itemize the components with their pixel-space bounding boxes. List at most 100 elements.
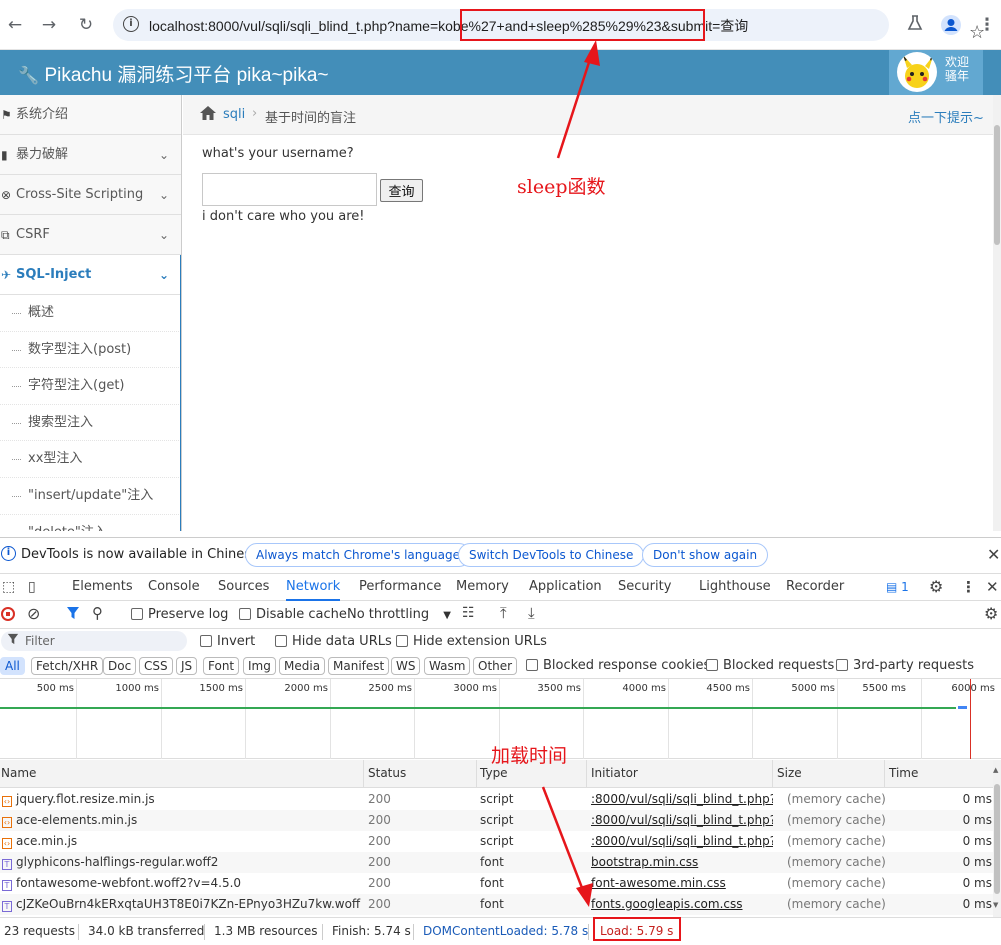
query-button[interactable]: 查询 <box>380 179 423 202</box>
hint-link[interactable]: 点一下提示~ <box>908 107 984 126</box>
tab-elements[interactable]: Elements <box>72 574 133 601</box>
sidebar-subitem[interactable]: "delete"注入 <box>0 514 181 531</box>
column-status[interactable]: Status <box>367 760 477 788</box>
tab-network[interactable]: Network <box>286 574 341 601</box>
table-row[interactable]: ‹› ace-elements.min.js 200 script:8000/vul/… <box>0 810 993 831</box>
tab-lighthouse[interactable]: Lighthouse <box>699 574 771 601</box>
disable-cache-checkbox[interactable]: Disable cache <box>239 607 347 622</box>
labs-flask-icon[interactable] <box>904 14 926 36</box>
back-icon[interactable]: ← <box>4 14 26 36</box>
download-har-icon[interactable]: ⤓ <box>528 604 535 622</box>
record-stop-icon[interactable] <box>1 607 15 621</box>
scrollbar-thumb[interactable] <box>994 125 1000 245</box>
sidebar-subitem[interactable]: 概述 <box>0 295 181 332</box>
sidebar-subitem[interactable]: "insert/update"注入 <box>0 477 181 515</box>
tab-performance[interactable]: Performance <box>359 574 441 601</box>
request-initiator[interactable]: fonts.googleapis.com.css <box>591 894 773 915</box>
blocked-cookies-checkbox[interactable]: Blocked response cookies <box>526 658 710 673</box>
user-menu[interactable]: 欢迎 骚年 <box>889 50 983 95</box>
request-initiator[interactable]: :8000/vul/sqli/sqli_blind_t.php?n <box>591 810 773 831</box>
type-fetch-xhr[interactable]: Fetch/XHR <box>31 657 104 675</box>
column-size[interactable]: Size <box>776 760 885 788</box>
tab-sources[interactable]: Sources <box>218 574 269 601</box>
table-row[interactable]: Tglyphicons-halflings-regular.woff2 200 fo… <box>0 852 993 873</box>
type-font[interactable]: Font <box>203 657 240 675</box>
request-initiator[interactable]: :8000/vul/sqli/sqli_blind_t.php?n <box>591 831 773 852</box>
blocked-requests-checkbox[interactable]: Blocked requests <box>706 658 834 673</box>
filter-input[interactable]: Filter <box>1 631 187 651</box>
scrollbar-thumb[interactable] <box>994 784 1000 894</box>
site-title[interactable]: 🔧 Pikachu 漏洞练习平台 pika~pika~ <box>18 60 329 87</box>
breadcrumb-link[interactable]: sqli <box>223 107 245 122</box>
reload-icon[interactable]: ↻ <box>75 14 97 36</box>
table-row[interactable]: TcJZKeOuBrn4kERxqtaUH3T8E0i7KZn-EPnyo3HZ… <box>0 894 993 915</box>
invert-checkbox[interactable]: Invert <box>200 634 255 649</box>
sidebar-item-bruteforce[interactable]: ▮ 暴力破解 ⌄ <box>0 135 181 175</box>
type-all[interactable]: All <box>0 657 25 675</box>
match-language-button[interactable]: Always match Chrome's language <box>245 543 471 567</box>
page-scrollbar[interactable] <box>993 95 1001 531</box>
sidebar-item-intro[interactable]: ⚑ 系统介绍 <box>0 95 181 135</box>
site-info-icon[interactable]: i <box>123 16 139 32</box>
table-row[interactable]: ‹› jquery.flot.resize.min.js 200 script:800… <box>0 789 993 810</box>
tab-security[interactable]: Security <box>618 574 671 601</box>
tab-console[interactable]: Console <box>148 574 200 601</box>
sidebar-item-csrf[interactable]: ⧉ CSRF ⌄ <box>0 215 181 255</box>
issues-badge[interactable]: ▤ 1 <box>886 580 909 594</box>
sidebar-item-sqli[interactable]: ✈ SQL-Inject ⌄ <box>0 255 181 295</box>
filter-funnel-icon[interactable] <box>66 606 80 623</box>
forward-icon[interactable]: → <box>38 14 60 36</box>
close-devtools-icon[interactable]: ✕ <box>986 578 999 596</box>
dont-show-again-button[interactable]: Don't show again <box>642 543 769 567</box>
table-scrollbar[interactable]: ▲ ▼ <box>993 760 1001 917</box>
scroll-down-icon[interactable]: ▼ <box>993 901 998 909</box>
preserve-log-checkbox[interactable]: Preserve log <box>131 607 228 622</box>
sidebar-item-xss[interactable]: ⊗ Cross-Site Scripting ⌄ <box>0 175 181 215</box>
home-icon[interactable] <box>199 105 217 126</box>
settings-gear-icon[interactable]: ⚙ <box>929 577 943 596</box>
throttling-select[interactable]: No throttling ▼ <box>347 607 451 622</box>
sidebar-subitem[interactable]: 字符型注入(get) <box>0 368 181 405</box>
hide-extension-urls-checkbox[interactable]: Hide extension URLs <box>396 634 547 649</box>
devtools-menu-icon[interactable]: ⋮ <box>961 578 976 596</box>
type-other[interactable]: Other <box>473 657 518 675</box>
network-settings-gear-icon[interactable]: ⚙ <box>984 604 998 623</box>
menu-kebab-icon[interactable]: ⋮ <box>976 14 998 36</box>
type-img[interactable]: Img <box>243 657 276 675</box>
request-initiator[interactable]: font-awesome.min.css <box>591 873 773 894</box>
hide-data-urls-checkbox[interactable]: Hide data URLs <box>275 634 392 649</box>
column-initiator[interactable]: Initiator <box>590 760 773 788</box>
type-media[interactable]: Media <box>279 657 326 675</box>
column-name[interactable]: Name <box>0 760 364 788</box>
table-row[interactable]: Tfontawesome-webfont.woff2?v=4.5.0 200 fon… <box>0 873 993 894</box>
type-wasm[interactable]: Wasm <box>424 657 471 675</box>
type-ws[interactable]: WS <box>391 657 421 675</box>
network-conditions-icon[interactable]: ☷ <box>462 605 475 621</box>
type-manifest[interactable]: Manifest <box>328 657 390 675</box>
switch-chinese-button[interactable]: Switch DevTools to Chinese <box>458 543 645 567</box>
request-initiator[interactable]: :8000/vul/sqli/sqli_blind_t.php?n <box>591 789 773 810</box>
sidebar-subitem[interactable]: 搜索型注入 <box>0 404 181 442</box>
inspect-element-icon[interactable]: ⬚ <box>2 579 15 595</box>
upload-har-icon[interactable]: ⤒ <box>500 604 507 622</box>
type-doc[interactable]: Doc <box>103 657 137 675</box>
username-input[interactable] <box>202 173 377 206</box>
profile-icon[interactable] <box>940 14 962 36</box>
device-toolbar-icon[interactable]: ▯ <box>28 579 36 595</box>
type-js[interactable]: JS <box>176 657 198 675</box>
search-icon[interactable]: ⚲ <box>92 604 103 622</box>
scroll-up-icon[interactable]: ▲ <box>993 766 998 774</box>
close-icon[interactable]: ✕ <box>987 545 1000 564</box>
sidebar-subitem[interactable]: xx型注入 <box>0 441 181 478</box>
third-party-checkbox[interactable]: 3rd-party requests <box>836 658 974 673</box>
tab-application[interactable]: Application <box>529 574 602 601</box>
request-initiator[interactable]: bootstrap.min.css <box>591 852 773 873</box>
clear-icon[interactable]: ⊘ <box>27 604 40 623</box>
type-css[interactable]: CSS <box>139 657 173 675</box>
table-row[interactable]: ‹› ace.min.js 200 script:8000/vul/sqli/sqli… <box>0 831 993 852</box>
timeline-gridline <box>921 679 922 759</box>
column-time[interactable]: Time <box>888 760 993 788</box>
tab-recorder[interactable]: Recorder <box>786 574 844 601</box>
sidebar-subitem[interactable]: 数字型注入(post) <box>0 331 181 369</box>
tab-memory[interactable]: Memory <box>456 574 509 601</box>
